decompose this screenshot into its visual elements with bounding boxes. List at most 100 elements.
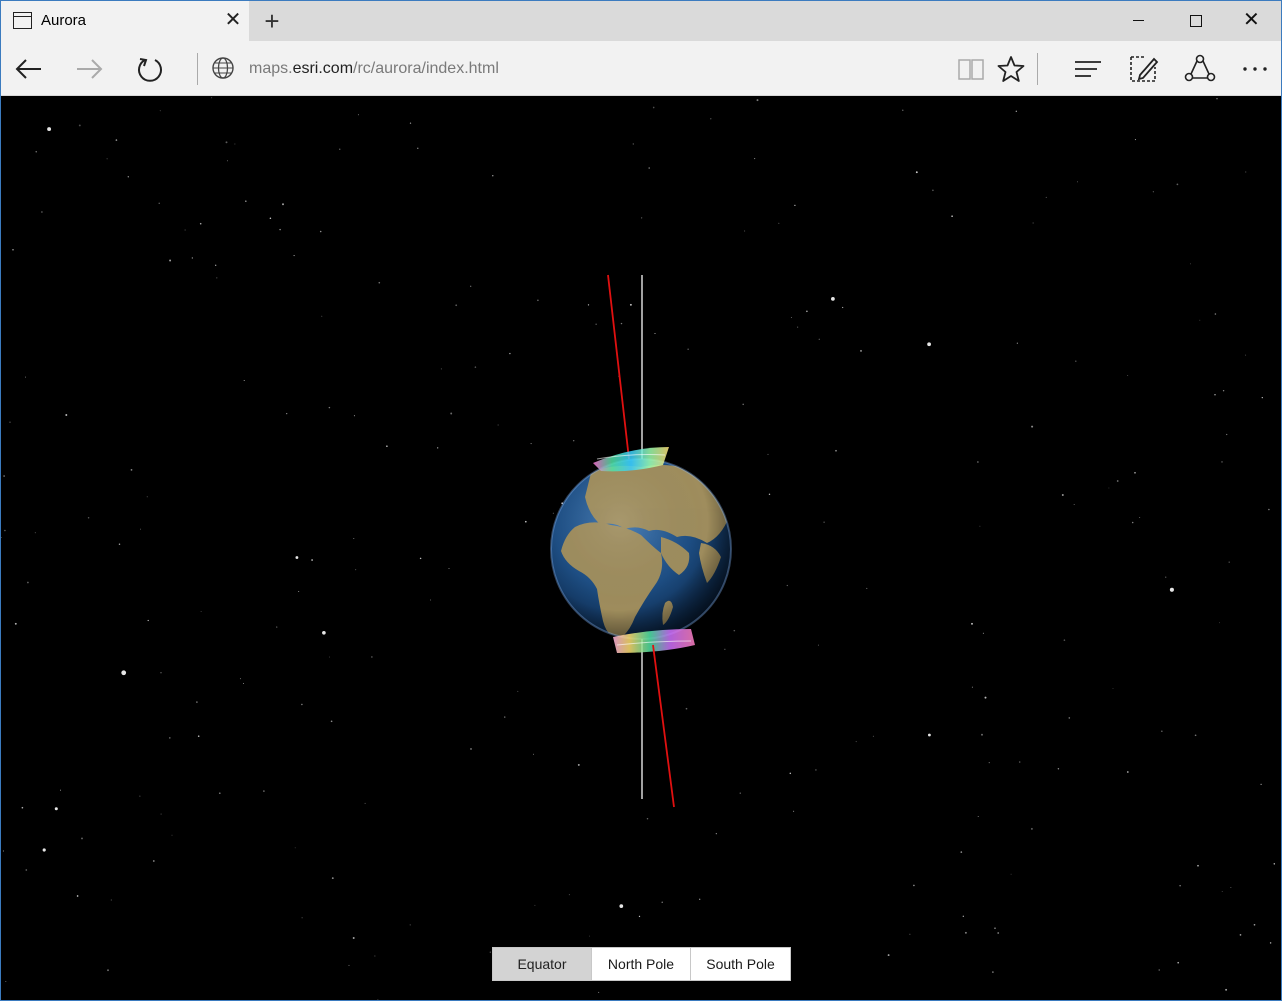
star [339, 148, 341, 150]
star [65, 414, 68, 416]
star [994, 927, 996, 930]
browser-window: Aurora ✕ + ✕ maps.esri.com/rc/aurora/ind… [0, 0, 1282, 1001]
star [964, 931, 967, 934]
scene-canvas[interactable] [1, 97, 1281, 1001]
reading-view-icon[interactable] [953, 51, 989, 87]
star [245, 200, 247, 202]
star [1219, 622, 1220, 624]
star [196, 701, 198, 703]
forward-arrow-icon[interactable] [71, 51, 107, 87]
star [1116, 480, 1119, 482]
star [971, 622, 973, 625]
more-icon[interactable] [1237, 51, 1273, 87]
star [106, 158, 108, 160]
star [1161, 730, 1163, 732]
star [1068, 717, 1071, 719]
window-close-icon[interactable]: ✕ [1223, 1, 1279, 41]
star [739, 792, 741, 794]
star [872, 735, 874, 737]
star [1030, 827, 1033, 830]
south-pole-button[interactable]: South Pole [691, 948, 790, 980]
star [1032, 222, 1034, 224]
star [620, 322, 623, 325]
star [817, 644, 819, 646]
star [226, 160, 228, 162]
star [378, 281, 381, 284]
star [386, 445, 388, 448]
star [1261, 396, 1263, 399]
star [146, 496, 148, 498]
minimize-icon[interactable] [1111, 1, 1167, 41]
star [47, 127, 52, 132]
star [455, 304, 458, 307]
divider [1037, 53, 1038, 85]
star [1063, 639, 1066, 641]
star [430, 599, 432, 601]
star [474, 366, 477, 368]
star [855, 741, 857, 743]
star [269, 217, 272, 219]
star [184, 229, 186, 231]
north-pole-button[interactable]: North Pole [592, 948, 691, 980]
star [169, 737, 171, 739]
star [997, 932, 1000, 934]
star [21, 806, 24, 809]
star [715, 833, 717, 835]
close-icon[interactable]: ✕ [223, 9, 243, 31]
tab-aurora[interactable]: Aurora ✕ [1, 1, 249, 41]
star [311, 559, 314, 561]
star [276, 626, 278, 628]
star [1134, 471, 1136, 474]
star [577, 763, 580, 766]
star [1260, 783, 1262, 786]
star [26, 581, 29, 584]
star [823, 521, 825, 523]
web-note-icon[interactable] [1126, 51, 1162, 87]
share-icon[interactable] [1182, 51, 1218, 87]
star [977, 461, 979, 463]
star [860, 349, 862, 352]
star [301, 703, 303, 706]
tab-bar: Aurora ✕ + ✕ [1, 1, 1281, 41]
hub-icon[interactable] [1071, 51, 1107, 87]
star [786, 584, 788, 587]
star [988, 762, 990, 764]
plus-icon[interactable]: + [259, 7, 285, 35]
star [1199, 319, 1201, 321]
star [534, 904, 536, 906]
star [364, 802, 366, 804]
star-icon[interactable] [993, 51, 1029, 87]
star [767, 453, 769, 455]
tab-title: Aurora [41, 12, 87, 29]
star [197, 735, 200, 737]
refresh-icon[interactable] [132, 51, 168, 87]
star [419, 557, 422, 560]
equator-button[interactable]: Equator [493, 948, 592, 980]
star [1268, 508, 1270, 511]
globe-scene[interactable]: Equator North Pole South Pole [1, 97, 1281, 1001]
star [87, 516, 90, 519]
star [1018, 761, 1021, 763]
star [78, 124, 81, 127]
maximize-icon[interactable] [1167, 1, 1223, 41]
url-field[interactable]: maps.esri.com/rc/aurora/index.html [249, 60, 499, 78]
star [377, 999, 379, 1000]
star [1194, 734, 1197, 737]
star [1016, 342, 1018, 344]
earth-globe[interactable] [550, 458, 732, 640]
star [1045, 196, 1047, 198]
star [448, 567, 450, 569]
star [979, 525, 981, 527]
star [25, 376, 27, 378]
star [3, 475, 5, 477]
star [450, 412, 453, 415]
star [572, 439, 575, 442]
star [794, 204, 796, 207]
star [1152, 191, 1154, 193]
star [263, 790, 265, 792]
star [1126, 771, 1129, 773]
star [497, 424, 499, 426]
back-arrow-icon[interactable] [11, 51, 47, 87]
star [1214, 394, 1216, 396]
star [504, 716, 506, 718]
